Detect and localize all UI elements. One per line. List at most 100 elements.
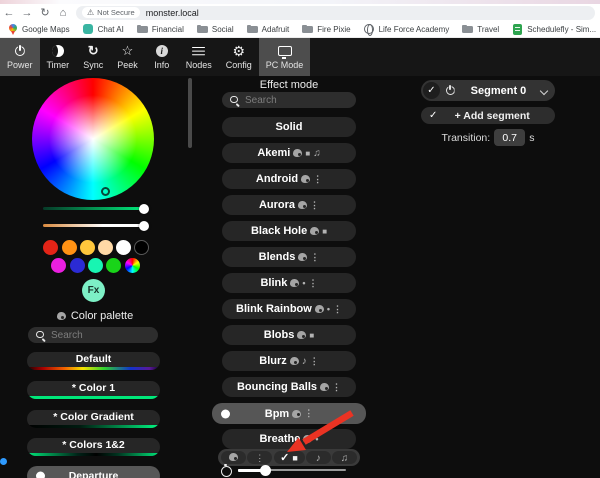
palette-item-color-gradient[interactable]: * Color Gradient: [27, 410, 160, 428]
folder-icon: [136, 24, 148, 35]
forward-icon[interactable]: →: [18, 6, 36, 20]
swatch-amber[interactable]: [79, 239, 95, 255]
stray-blue-dot: [0, 458, 7, 465]
nav-sync-button[interactable]: Sync: [76, 38, 110, 76]
palette-item-colors-1and2[interactable]: * Colors 1&2: [27, 438, 160, 456]
segment-0-bar[interactable]: ✓ Segment 0: [421, 80, 555, 101]
effect-akemi[interactable]: Akemi: [222, 143, 356, 163]
effect-speed-slider[interactable]: [238, 464, 346, 476]
transition-row: Transition: 0.7 s: [421, 128, 555, 147]
bookmark-adafruit[interactable]: Adafruit: [246, 24, 289, 35]
nav-info-button[interactable]: Info: [145, 38, 179, 76]
nav-nodes-button[interactable]: Nodes: [179, 38, 219, 76]
bookmarks-bar: Google Maps Chat AI Financial Social Ada…: [0, 21, 600, 38]
security-badge-label: Not Secure: [97, 8, 135, 17]
back-icon[interactable]: ←: [0, 6, 18, 20]
folder-icon: [246, 24, 258, 35]
bookmark-travel[interactable]: Travel: [462, 24, 499, 35]
palette-gradient-preview: [27, 452, 160, 456]
nav-config-button[interactable]: Config: [219, 38, 259, 76]
effect-bouncing-balls[interactable]: Bouncing Balls: [222, 377, 356, 397]
transition-value-input[interactable]: 0.7: [494, 129, 526, 146]
left-panel-scrollbar[interactable]: [188, 78, 192, 148]
palette-item-default[interactable]: Default: [27, 352, 160, 370]
saturation-slider[interactable]: [43, 207, 143, 210]
swatch-blue[interactable]: [70, 257, 85, 273]
nav-timer-button[interactable]: Timer: [40, 38, 77, 76]
color-palette-header: Color palette: [0, 310, 190, 322]
bookmark-schedulefly[interactable]: Schedulefly - Sim...: [512, 23, 596, 35]
effect-speed-knob[interactable]: [260, 464, 271, 476]
bookmark-life-force-academy[interactable]: Life Force Academy: [364, 24, 449, 36]
effect-search[interactable]: [222, 92, 356, 108]
palette-search[interactable]: [28, 327, 158, 343]
search-icon: [229, 95, 240, 106]
sync-icon: [88, 44, 99, 58]
effect-solid[interactable]: Solid: [222, 117, 356, 137]
chevron-down-icon[interactable]: [539, 86, 549, 95]
swatch-red[interactable]: [42, 239, 58, 255]
list-icon: [192, 46, 206, 56]
palette-gradient-preview: [27, 395, 160, 399]
browser-chrome: ← → ↻ ⌂ ⚠ Not Secure monster.local Googl…: [0, 0, 600, 38]
swatch-peach[interactable]: [97, 239, 113, 255]
swatch-rainbow[interactable]: [124, 257, 140, 273]
security-badge[interactable]: ⚠ Not Secure: [82, 7, 140, 18]
white-slider[interactable]: [43, 224, 143, 227]
white-slider-knob[interactable]: [139, 220, 149, 231]
bookmark-fire-pixie[interactable]: Fire Pixie: [302, 24, 351, 35]
bookmark-chat-ai[interactable]: Chat AI: [83, 24, 124, 35]
globe-icon: [364, 24, 375, 36]
nav-power-button[interactable]: Power: [0, 38, 40, 76]
effect-speed-row: [220, 463, 360, 477]
reload-icon[interactable]: ↻: [36, 6, 54, 20]
palette-item-departure[interactable]: Departure: [27, 466, 160, 478]
swatch-magenta[interactable]: [51, 257, 66, 273]
search-icon: [35, 330, 46, 341]
check-icon: ✓: [429, 109, 438, 121]
add-segment-button[interactable]: ✓ + Add segment: [421, 107, 555, 124]
saturation-slider-knob[interactable]: [139, 203, 149, 214]
home-icon[interactable]: ⌂: [54, 6, 72, 20]
palette-gradient-preview: [27, 366, 160, 370]
wled-top-nav: Power Timer Sync Peek Info Nodes Config …: [0, 38, 600, 76]
transition-label: Transition:: [441, 131, 491, 144]
effect-bpm-selected[interactable]: Bpm: [212, 403, 366, 424]
palette-search-input[interactable]: [51, 329, 141, 341]
effect-search-input[interactable]: [245, 94, 335, 106]
color-wheel[interactable]: [32, 78, 154, 200]
segment-name: Segment 0: [470, 84, 527, 97]
bookmark-google-maps[interactable]: Google Maps: [7, 23, 70, 35]
nav-peek-button[interactable]: Peek: [110, 38, 145, 76]
bookmark-financial[interactable]: Financial: [136, 24, 184, 35]
nav-pcmode-button[interactable]: PC Mode: [258, 38, 311, 76]
bookmark-social[interactable]: Social: [196, 24, 234, 35]
palette-icon: [56, 312, 66, 320]
color-wheel-selector[interactable]: [101, 187, 110, 196]
star-icon: [122, 44, 134, 58]
doc-icon: [512, 23, 523, 35]
effect-blink-rainbow[interactable]: Blink Rainbow: [222, 299, 356, 319]
palette-item-color1[interactable]: * Color 1: [27, 381, 160, 399]
folder-icon: [196, 24, 208, 35]
effect-black-hole[interactable]: Black Hole: [222, 221, 356, 241]
effect-blends[interactable]: Blends: [222, 247, 356, 267]
effect-blink[interactable]: Blink: [222, 273, 356, 293]
effect-android[interactable]: Android: [222, 169, 356, 189]
swatch-green[interactable]: [106, 257, 121, 273]
fx-button[interactable]: Fx: [82, 279, 105, 302]
effect-blurz[interactable]: Blurz: [222, 351, 356, 371]
swatch-black[interactable]: [133, 239, 149, 255]
effect-aurora[interactable]: Aurora: [222, 195, 356, 215]
swatch-orange[interactable]: [61, 239, 77, 255]
effect-breathe[interactable]: Breathe: [222, 429, 356, 449]
url-text: monster.local: [145, 7, 199, 18]
segment-select-checkbox[interactable]: ✓: [423, 82, 440, 99]
map-pin-icon: [7, 23, 18, 35]
url-bar[interactable]: ⚠ Not Secure monster.local: [76, 5, 595, 20]
effect-blobs[interactable]: Blobs: [222, 325, 356, 345]
swatch-white[interactable]: [115, 239, 131, 255]
swatch-springgreen[interactable]: [88, 257, 103, 273]
folder-icon: [302, 24, 314, 35]
segment-power-icon[interactable]: [444, 84, 456, 97]
